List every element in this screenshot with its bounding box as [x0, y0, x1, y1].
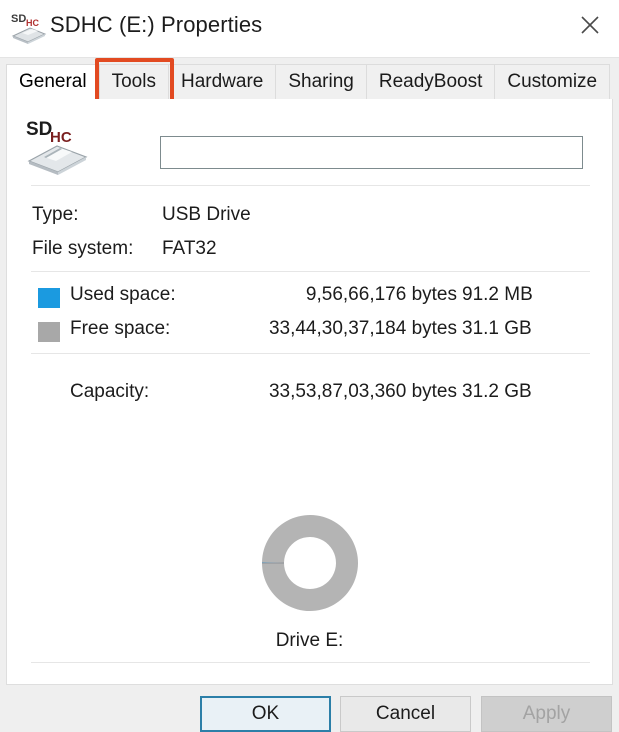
close-icon[interactable] — [561, 0, 619, 50]
sd-card-reader-icon: SD HC — [10, 10, 48, 46]
svg-text:HC: HC — [26, 18, 39, 28]
free-space-label: Free space: — [70, 318, 171, 339]
file-system-label: File system: — [32, 238, 134, 259]
drive-caption: Drive E: — [275, 630, 344, 651]
divider-1 — [31, 185, 590, 186]
type-row: Type: USB Drive — [7, 204, 612, 233]
used-space-size: 91.2 MB — [462, 284, 533, 305]
apply-button: Apply — [481, 696, 612, 732]
tab-label: Sharing — [288, 71, 354, 92]
tab-list: General Tools Hardware Sharing ReadyBoost Cus… — [6, 64, 611, 100]
used-space-row: Used space: 9,56,66,176 bytes 91.2 MB — [7, 284, 612, 313]
dialog-footer: OK Cancel Apply — [0, 686, 619, 732]
file-system-value: FAT32 — [162, 238, 217, 259]
svg-text:SD: SD — [26, 119, 52, 140]
tab-label: General — [19, 71, 87, 92]
sdhc-card-reader-icon: SD HC — [24, 115, 94, 177]
cancel-button[interactable]: Cancel — [340, 696, 471, 732]
used-space-bytes: 9,56,66,176 bytes — [305, 284, 457, 305]
file-system-row: File system: FAT32 — [7, 238, 612, 267]
disk-usage-donut-chart — [7, 508, 612, 618]
tab-label: Hardware — [180, 71, 264, 92]
tab-label: Tools — [111, 71, 156, 92]
volume-label-row: SD HC — [7, 108, 612, 180]
divider-2 — [31, 271, 590, 272]
capacity-size: 31.2 GB — [462, 381, 532, 402]
page-title: SDHC (E:) Properties — [50, 12, 263, 37]
type-value: USB Drive — [162, 204, 251, 225]
tab-strip: General Tools Hardware Sharing ReadyBoost Cus… — [6, 58, 613, 100]
capacity-row: Capacity: 33,53,87,03,360 bytes 31.2 GB — [7, 381, 612, 410]
tab-general[interactable]: General — [6, 64, 100, 100]
free-space-swatch — [38, 322, 60, 342]
free-space-bytes: 33,44,30,37,184 bytes — [268, 318, 457, 339]
type-label: Type: — [32, 204, 79, 225]
tab-readyboost[interactable]: ReadyBoost — [366, 64, 496, 100]
used-space-label: Used space: — [70, 284, 176, 305]
capacity-bytes: 33,53,87,03,360 bytes — [268, 381, 457, 402]
free-space-row: Free space: 33,44,30,37,184 bytes 31.1 G… — [7, 318, 612, 347]
divider-4 — [31, 662, 590, 663]
volume-label-input[interactable] — [160, 136, 583, 169]
tab-sharing[interactable]: Sharing — [276, 64, 367, 100]
general-tab-panel: SD HC Type: USB Drive File system: FAT32 — [6, 99, 613, 685]
title-bar: SD HC SDHC (E:) Properties — [0, 0, 619, 58]
svg-text:SD: SD — [11, 13, 26, 25]
ok-button[interactable]: OK — [200, 696, 331, 732]
properties-dialog: SD HC SDHC (E:) Properties General Tools H… — [0, 0, 619, 732]
svg-text:HC: HC — [50, 129, 72, 146]
tab-label: ReadyBoost — [378, 71, 483, 92]
used-space-swatch — [38, 288, 60, 308]
capacity-label: Capacity: — [70, 381, 150, 402]
tab-hardware[interactable]: Hardware — [168, 64, 277, 100]
free-space-size: 31.1 GB — [462, 318, 532, 339]
tab-customize[interactable]: Customize — [495, 64, 611, 100]
divider-3 — [31, 353, 590, 354]
tab-label: Customize — [507, 71, 598, 92]
tab-tools[interactable]: Tools — [99, 64, 169, 100]
